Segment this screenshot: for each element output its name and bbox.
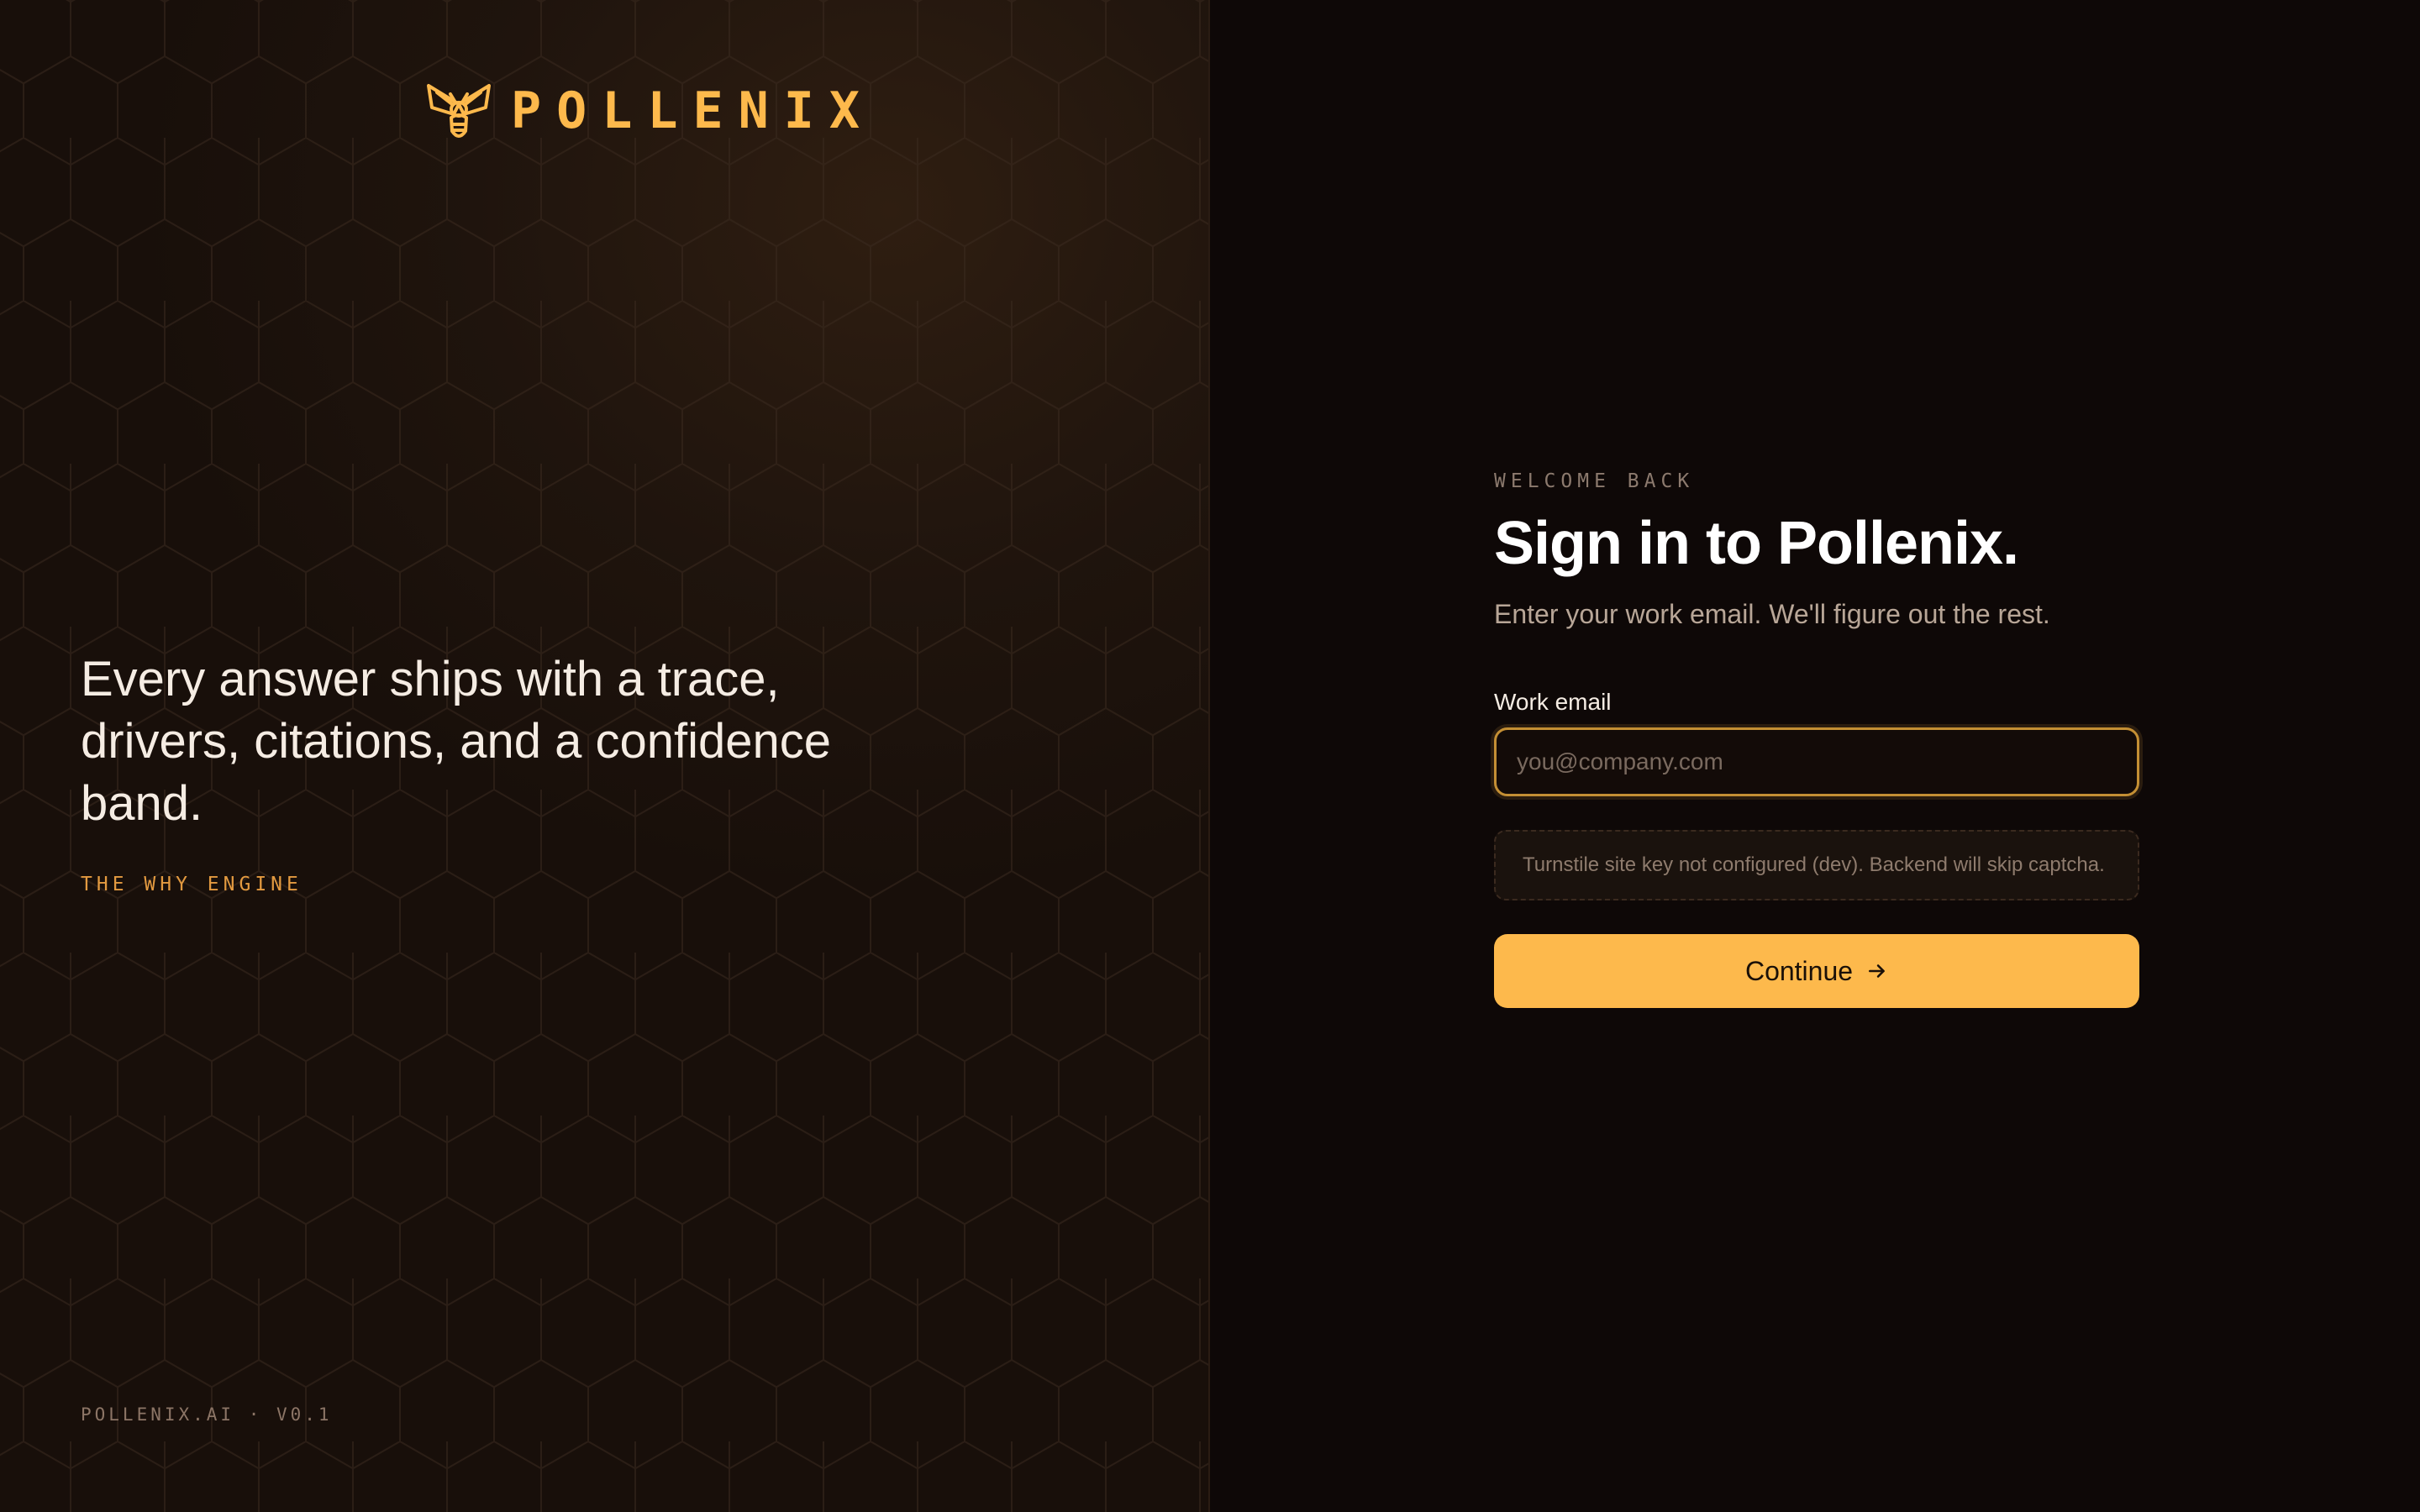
- captcha-notice: Turnstile site key not configured (dev).…: [1494, 830, 2139, 901]
- hero-tagline: Every answer ships with a trace, drivers…: [81, 652, 832, 831]
- brand-wordmark: POLLENIX: [511, 81, 875, 140]
- continue-button[interactable]: Continue: [1494, 934, 2139, 1009]
- signin-form: WELCOME BACK Sign in to Pollenix. Enter …: [1494, 470, 2139, 1009]
- arrow-right-icon: [1869, 964, 1885, 978]
- hero-eyebrow: THE WHY ENGINE: [81, 874, 302, 895]
- version-footer: POLLENIX.AI · V0.1: [81, 1404, 333, 1425]
- page-subtitle: Enter your work email. We'll figure out …: [1494, 599, 2050, 630]
- email-input[interactable]: [1494, 727, 2139, 797]
- bee-icon: [427, 84, 491, 138]
- signin-panel: WELCOME BACK Sign in to Pollenix. Enter …: [1210, 0, 2420, 1512]
- welcome-eyebrow: WELCOME BACK: [1494, 470, 1695, 492]
- page-title: Sign in to Pollenix.: [1494, 510, 2019, 577]
- login-page: POLLENIX Every answer ships with a trace…: [0, 0, 2420, 1512]
- hero-panel: POLLENIX Every answer ships with a trace…: [0, 0, 1210, 1512]
- brand-logo[interactable]: POLLENIX: [424, 79, 875, 143]
- continue-button-label: Continue: [1744, 955, 1854, 986]
- email-label: Work email: [1494, 689, 1612, 716]
